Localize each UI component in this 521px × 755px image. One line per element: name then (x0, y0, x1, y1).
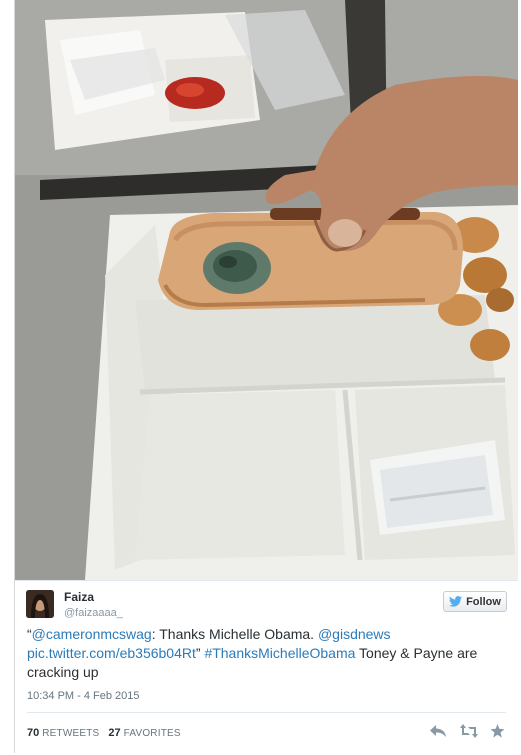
tweet-actions (430, 724, 506, 738)
follow-button-label: Follow (466, 595, 501, 608)
tweet-timestamp[interactable]: 10:34 PM - 4 Feb 2015 (27, 690, 140, 702)
embedded-tweet-card: Faiza @faizaaaa_ Follow “@cameronmcswag:… (14, 0, 518, 753)
twitter-bird-icon (449, 596, 463, 607)
tweet-photo[interactable] (15, 0, 518, 580)
star-icon[interactable] (490, 724, 506, 738)
author-handle[interactable]: @faizaaaa_ (64, 607, 123, 619)
retweets-count[interactable]: 70 (27, 727, 39, 739)
avatar[interactable] (26, 590, 54, 618)
moldy-hotdog-photo (15, 0, 518, 580)
author-name[interactable]: Faiza (64, 590, 94, 604)
tweet-text-part1: : Thanks Michelle Obama. (151, 626, 318, 642)
mention-gisdnews[interactable]: @gisdnews (318, 626, 391, 642)
tweet-stats: 70 RETWEETS 27 FAVORITES (27, 727, 181, 739)
retweets-label[interactable]: RETWEETS (42, 728, 99, 739)
favorites-count[interactable]: 27 (108, 727, 120, 739)
tweet-text: “@cameronmcswag: Thanks Michelle Obama. … (27, 625, 507, 682)
retweet-icon[interactable] (460, 724, 478, 738)
follow-button[interactable]: Follow (443, 591, 507, 612)
mention-cameronmcswag[interactable]: @cameronmcswag (32, 626, 152, 642)
avatar-image (26, 590, 54, 618)
favorites-label[interactable]: FAVORITES (124, 728, 181, 739)
hashtag-link[interactable]: #ThanksMichelleObama (204, 645, 355, 661)
divider (27, 712, 506, 713)
tweet-body: Faiza @faizaaaa_ Follow “@cameronmcswag:… (15, 580, 518, 753)
reply-icon[interactable] (430, 724, 446, 738)
pic-link[interactable]: pic.twitter.com/eb356b04Rt (27, 645, 196, 661)
